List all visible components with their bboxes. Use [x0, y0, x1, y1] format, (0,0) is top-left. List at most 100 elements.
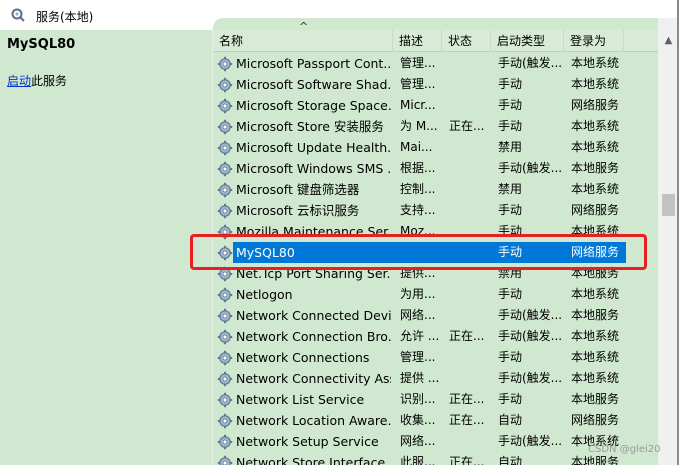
gear-icon	[217, 371, 233, 387]
service-status: 正在...	[449, 392, 485, 406]
service-status	[449, 347, 493, 368]
column-header-description[interactable]: 描述	[393, 30, 442, 52]
start-service-link[interactable]: 启动	[7, 74, 31, 88]
service-row[interactable]: Network Connections 管理... 手动 本地系统	[213, 347, 658, 368]
service-description: 网络...	[400, 434, 436, 448]
service-name: Microsoft 键盘筛选器	[236, 182, 360, 197]
watermark: CSDN @glei20	[588, 444, 661, 455]
gear-icon	[217, 350, 233, 366]
service-row[interactable]: Network Connected Devi... 网络... 手动(触发... 本地…	[213, 305, 658, 326]
gear-icon	[217, 434, 233, 450]
service-status	[449, 284, 493, 305]
column-header-logon-as[interactable]: 登录为	[564, 30, 624, 52]
service-row[interactable]: Network Location Aware... 收集... 正在... 自动 网络服…	[213, 410, 658, 431]
gear-icon	[217, 392, 233, 408]
gear-icon	[217, 308, 233, 324]
sort-ascending-icon: ^	[299, 20, 309, 33]
service-description: 为用...	[400, 287, 436, 301]
service-status: 正在...	[449, 329, 485, 343]
service-description: 管理...	[400, 77, 436, 91]
service-row[interactable]: Network Connectivity Ass... 提供 ... 手动(触发..…	[213, 368, 658, 389]
service-status	[449, 158, 493, 179]
gear-icon	[217, 203, 233, 219]
service-row[interactable]: Microsoft Store 安装服务 为 M... 正在... 手动 本地系统	[213, 116, 658, 137]
service-startup-type: 禁用	[498, 140, 523, 154]
highlight-annotation	[190, 234, 647, 270]
scroll-up-arrow-icon[interactable]: ▲	[658, 30, 679, 52]
service-startup-type: 禁用	[498, 182, 523, 196]
service-row[interactable]: Microsoft 键盘筛选器 控制... 禁用 本地系统	[213, 179, 658, 200]
service-logon-as: 本地系统	[571, 287, 620, 301]
service-name: Network Setup Service	[236, 434, 379, 449]
start-service-suffix: 此服务	[31, 74, 68, 88]
service-description: 识别...	[400, 392, 436, 406]
service-description: 提供 ...	[400, 371, 440, 385]
service-description: 控制...	[400, 182, 436, 196]
service-row[interactable]: Microsoft Software Shad... 管理... 手动 本地系统	[213, 74, 658, 95]
gear-icon	[217, 56, 233, 72]
service-row[interactable]: Microsoft Windows SMS ... 根据... 手动(触发... 本地…	[213, 158, 658, 179]
service-status: 正在...	[449, 455, 485, 465]
service-logon-as: 本地服务	[571, 392, 620, 406]
service-logon-as: 本地系统	[571, 119, 620, 133]
service-name: Network Connection Bro...	[236, 329, 391, 344]
service-startup-type: 手动	[498, 287, 523, 301]
service-row[interactable]: Microsoft Update Health... Mai... 禁用 本地系统	[213, 137, 658, 158]
service-status: 正在...	[449, 119, 485, 133]
service-description: Mai...	[400, 140, 433, 154]
service-logon-as: 本地系统	[571, 329, 620, 343]
service-description: 根据...	[400, 161, 436, 175]
service-description: 网络...	[400, 308, 436, 322]
service-status	[449, 431, 493, 452]
gear-icon	[217, 161, 233, 177]
service-startup-type: 手动(触发...	[498, 308, 563, 322]
selected-service-name: MySQL80	[7, 37, 76, 52]
column-header-status[interactable]: 状态	[442, 30, 491, 52]
service-startup-type: 自动	[498, 413, 523, 427]
column-header-row: ^ 名称 描述 状态 启动类型 登录为	[213, 20, 658, 52]
service-name: Microsoft Passport Cont...	[236, 56, 391, 71]
service-startup-type: 手动	[498, 119, 523, 133]
service-name: Microsoft Store 安装服务	[236, 119, 384, 134]
column-header-startup-type[interactable]: 启动类型	[491, 30, 564, 52]
service-row[interactable]: Network Connection Bro... 允许 ... 正在... 手动(触…	[213, 326, 658, 347]
gear-icon	[217, 455, 233, 465]
gear-icon	[217, 287, 233, 303]
vertical-scrollbar[interactable]: ▲	[658, 18, 679, 465]
service-name: Microsoft Windows SMS ...	[236, 161, 391, 176]
service-logon-as: 网络服务	[571, 203, 620, 217]
gear-icon	[217, 413, 233, 429]
service-status	[449, 368, 493, 389]
service-startup-type: 手动(触发...	[498, 329, 563, 343]
service-row[interactable]: Microsoft Passport Cont... 管理... 手动(触发... 本…	[213, 53, 658, 74]
service-logon-as: 本地系统	[571, 77, 620, 91]
service-description: 此服...	[400, 455, 436, 465]
scroll-thumb[interactable]	[662, 194, 675, 216]
service-row[interactable]: Network List Service 识别... 正在... 手动 本地服务	[213, 389, 658, 410]
service-startup-type: 手动	[498, 203, 523, 217]
service-startup-type: 手动	[498, 392, 523, 406]
service-description: Micr...	[400, 98, 436, 112]
service-name: Network Connectivity Ass...	[236, 371, 391, 386]
service-logon-as: 本地服务	[571, 161, 620, 175]
service-row[interactable]: Microsoft 云标识服务 支持... 手动 网络服务	[213, 200, 658, 221]
service-logon-as: 本地系统	[571, 371, 620, 385]
gear-icon	[217, 329, 233, 345]
service-logon-as: 网络服务	[571, 98, 620, 112]
column-header-name[interactable]: ^ 名称	[213, 20, 393, 52]
service-status	[449, 53, 493, 74]
service-status	[449, 179, 493, 200]
service-row[interactable]: Netlogon 为用... 手动 本地系统	[213, 284, 658, 305]
service-description: 支持...	[400, 203, 436, 217]
service-row[interactable]: Microsoft Storage Space... Micr... 手动 网络服务	[213, 95, 658, 116]
service-name: Microsoft 云标识服务	[236, 203, 360, 218]
gear-icon	[217, 77, 233, 93]
service-logon-as: 网络服务	[571, 413, 620, 427]
service-logon-as: 本地系统	[571, 56, 620, 70]
service-logon-as: 本地系统	[571, 140, 620, 154]
gear-icon	[217, 182, 233, 198]
window-title: 服务(本地)	[36, 10, 94, 24]
service-status	[449, 137, 493, 158]
service-startup-type: 手动(触发...	[498, 56, 563, 70]
service-description: 收集...	[400, 413, 436, 427]
